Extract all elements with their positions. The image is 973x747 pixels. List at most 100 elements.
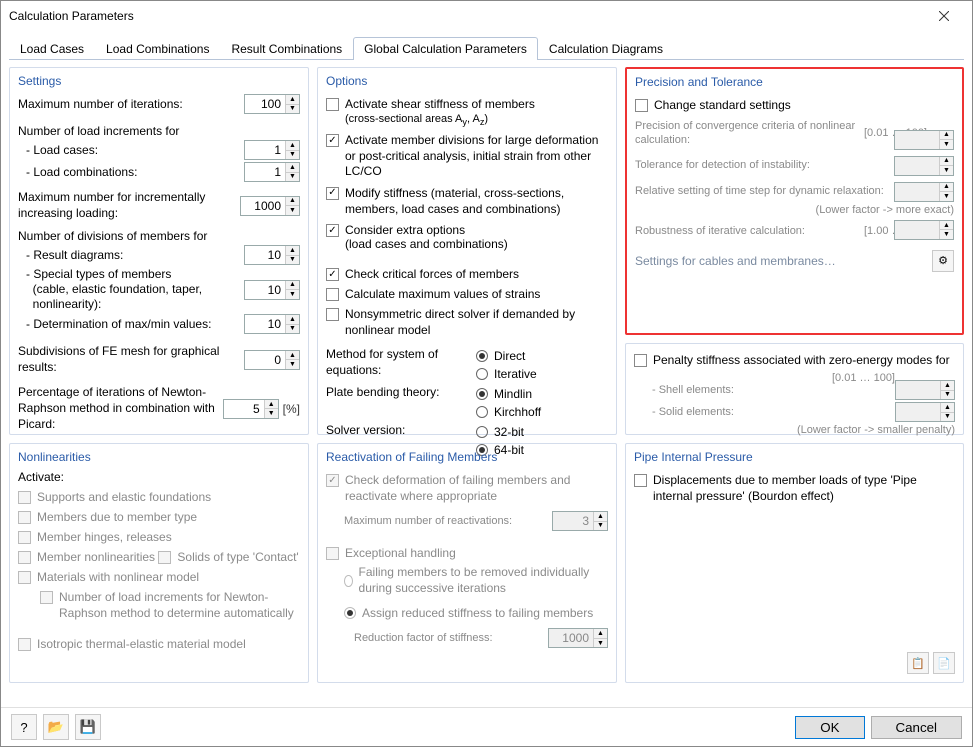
pipe-check[interactable]: Displacements due to member loads of typ…: [634, 473, 955, 504]
maxmin-input[interactable]: ▲▼: [244, 314, 300, 334]
cables-settings-button[interactable]: ⚙: [932, 250, 954, 272]
options-title: Options: [326, 74, 608, 88]
tab-global-parameters[interactable]: Global Calculation Parameters: [353, 37, 538, 60]
solver-32[interactable]: 32-bit: [476, 425, 524, 439]
react-max-label: Maximum number of reactivations:: [344, 515, 552, 527]
timestep-input: ▲▼: [894, 182, 954, 202]
fe-subdiv-input[interactable]: ▲▼: [244, 350, 300, 370]
activate-label: Activate:: [18, 470, 300, 484]
react-assign: Assign reduced stiffness to failing memb…: [326, 606, 593, 620]
tab-load-cases[interactable]: Load Cases: [9, 37, 95, 60]
titlebar: Calculation Parameters: [1, 1, 972, 31]
nl-iso: Isotropic thermal-elastic material model: [18, 637, 246, 651]
ok-button[interactable]: OK: [795, 716, 864, 739]
precision-change[interactable]: Change standard settings: [635, 98, 791, 112]
shell-input: ▲▼: [895, 380, 955, 400]
inc-loading-input[interactable]: ▲▼: [240, 196, 300, 216]
nl-member-nonlin: Member nonlinearities: [18, 550, 155, 564]
opt-shear[interactable]: Activate shear stiffness of members (cro…: [326, 97, 535, 127]
react-max-input: ▲▼: [552, 511, 608, 531]
nl-nr-sub: Number of load increments for Newton-Rap…: [18, 590, 300, 621]
react-check: Check deformation of failing members and…: [326, 473, 608, 504]
nl-solids-contact: Solids of type 'Contact': [158, 550, 298, 564]
window-title: Calculation Parameters: [9, 9, 924, 23]
nonlinearities-group: Nonlinearities Activate: Supports and el…: [9, 443, 309, 683]
plate-mindlin[interactable]: Mindlin: [476, 387, 532, 401]
nonlinearities-title: Nonlinearities: [18, 450, 300, 464]
pipe-title: Pipe Internal Pressure: [634, 450, 955, 464]
red-factor-label: Reduction factor of stiffness:: [354, 632, 548, 644]
react-remove: Failing members to be removed individual…: [326, 565, 608, 596]
picard-input[interactable]: ▲▼: [223, 399, 279, 419]
penalty-group: Penalty stiffness associated with zero-e…: [625, 343, 964, 435]
save-button[interactable]: 💾: [75, 714, 101, 740]
help-button[interactable]: ?: [11, 714, 37, 740]
solver-label: Solver version:: [326, 423, 476, 437]
instability-label: Tolerance for detection of instability:: [635, 158, 894, 172]
reactivation-title: Reactivation of Failing Members: [326, 450, 608, 464]
method-label: Method for system of equations:: [326, 347, 476, 378]
react-exceptional: Exceptional handling: [326, 546, 456, 560]
open-button[interactable]: 📂: [43, 714, 69, 740]
tab-load-combinations[interactable]: Load Combinations: [95, 37, 220, 60]
shell-label: - Shell elements:: [652, 384, 895, 396]
robust-input: ▲▼: [894, 220, 954, 240]
cables-link: Settings for cables and membranes…: [635, 254, 932, 268]
maxmin-label: - Determination of max/min values:: [26, 317, 244, 331]
result-diag-label: - Result diagrams:: [26, 248, 244, 262]
nl-hinges: Member hinges, releases: [18, 530, 172, 544]
instability-input: ▲▼: [894, 156, 954, 176]
penalty-hint: (Lower factor -> smaller penalty): [797, 424, 955, 436]
penalty-check[interactable]: Penalty stiffness associated with zero-e…: [634, 353, 950, 367]
plate-kirchhoff[interactable]: Kirchhoff: [476, 405, 541, 419]
robust-label: Robustness of iterative calculation:: [635, 224, 864, 238]
conv-input: ▲▼: [894, 130, 954, 150]
tabs: Load Cases Load Combinations Result Comb…: [1, 31, 972, 60]
special-types-label: - Special types of members (cable, elast…: [26, 267, 244, 312]
timestep-hint: (Lower factor -> more exact): [816, 204, 954, 216]
opt-mod-stiff[interactable]: Modify stiffness (material, cross-sectio…: [326, 186, 608, 217]
nl-supports: Supports and elastic foundations: [18, 490, 211, 504]
inc-loading-label: Maximum number for incrementally increas…: [18, 190, 240, 221]
pipe-group: Pipe Internal Pressure Displacements due…: [625, 443, 964, 683]
max-iter-input[interactable]: ▲▼: [244, 94, 300, 114]
opt-nonsym[interactable]: Nonsymmetric direct solver if demanded b…: [326, 307, 608, 338]
load-combos-input[interactable]: ▲▼: [244, 162, 300, 182]
conv-label: Precision of convergence criteria of non…: [635, 119, 864, 148]
divisions-header: Number of divisions of members for: [18, 229, 300, 243]
load-cases-label: - Load cases:: [26, 143, 244, 157]
plate-label: Plate bending theory:: [326, 385, 476, 399]
nl-materials: Materials with nonlinear model: [18, 570, 199, 584]
precision-title: Precision and Tolerance: [635, 75, 954, 89]
opt-extra[interactable]: Consider extra options(load cases and co…: [326, 223, 508, 251]
options-group: Options Activate shear stiffness of memb…: [317, 67, 617, 435]
opt-strains[interactable]: Calculate maximum values of strains: [326, 287, 540, 301]
special-types-input[interactable]: ▲▼: [244, 280, 300, 300]
fe-subdiv-label: Subdivisions of FE mesh for graphical re…: [18, 344, 244, 375]
settings-group: Settings Maximum number of iterations: ▲…: [9, 67, 309, 435]
nl-members-type: Members due to member type: [18, 510, 197, 524]
load-incr-header: Number of load increments for: [18, 124, 300, 138]
load-combos-label: - Load combinations:: [26, 165, 244, 179]
method-iterative[interactable]: Iterative: [476, 367, 537, 381]
tab-result-combinations[interactable]: Result Combinations: [220, 37, 353, 60]
red-factor-input: ▲▼: [548, 628, 608, 648]
result-diag-input[interactable]: ▲▼: [244, 245, 300, 265]
solid-input: ▲▼: [895, 402, 955, 422]
opt-critical[interactable]: Check critical forces of members: [326, 267, 519, 281]
copy-right-icon[interactable]: 📄: [933, 652, 955, 674]
settings-title: Settings: [18, 74, 300, 88]
tab-calculation-diagrams[interactable]: Calculation Diagrams: [538, 37, 674, 60]
cancel-button[interactable]: Cancel: [871, 716, 963, 739]
picard-unit: [%]: [283, 402, 300, 416]
reactivation-group: Reactivation of Failing Members Check de…: [317, 443, 617, 683]
solid-label: - Solid elements:: [652, 406, 895, 418]
max-iter-label: Maximum number of iterations:: [18, 97, 244, 111]
method-direct[interactable]: Direct: [476, 349, 525, 363]
copy-left-icon[interactable]: 📋: [907, 652, 929, 674]
precision-group: Precision and Tolerance Change standard …: [625, 67, 964, 335]
timestep-label: Relative setting of time step for dynami…: [635, 184, 894, 198]
opt-mdiv[interactable]: Activate member divisions for large defo…: [326, 133, 608, 180]
load-cases-input[interactable]: ▲▼: [244, 140, 300, 160]
close-button[interactable]: [924, 2, 964, 30]
